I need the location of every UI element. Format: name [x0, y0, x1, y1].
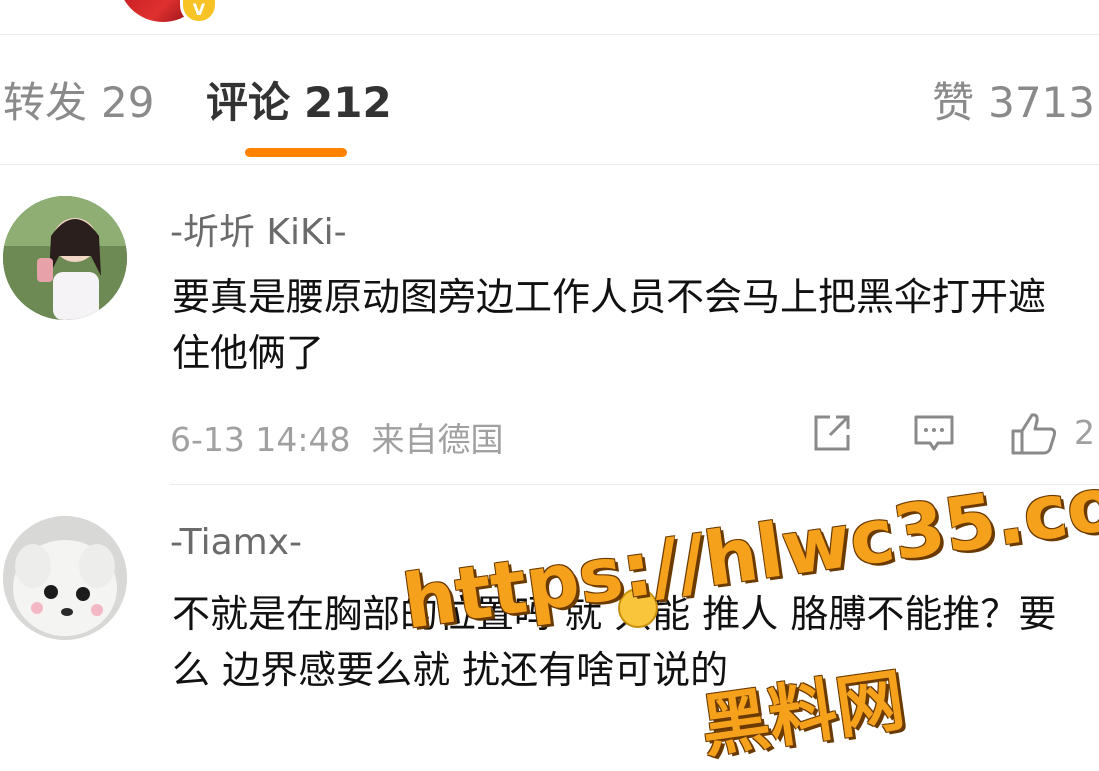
avatar-image [3, 196, 127, 320]
comment-username[interactable]: -Tiamx- [170, 522, 302, 563]
tab-comments-count: 212 [304, 78, 392, 127]
tab-comments-label: 评论 [206, 78, 291, 127]
tab-repost-count: 29 [101, 78, 155, 127]
avatar[interactable] [3, 516, 127, 640]
avatar[interactable] [3, 196, 127, 320]
tab-repost-label: 转发 [3, 78, 88, 127]
comment-timestamp: 6-13 14:48 来自德国 [170, 413, 503, 461]
comment-item: -圻圻 KiKi- 要真是腰原动图旁边工作人员不会马上把黑伞打开遮住他俩了 6-… [0, 165, 1099, 485]
divider [170, 484, 1099, 485]
tab-bar: 转发 29 评论 212 赞 3713 [0, 35, 1099, 165]
like-icon[interactable] [1010, 411, 1057, 455]
like-count: 2 [1074, 413, 1095, 452]
comment-meta: 6-13 14:48 来自德国 2 [170, 411, 1099, 459]
share-icon[interactable] [810, 411, 854, 455]
tab-repost[interactable]: 转发 29 [3, 79, 154, 127]
comment-time: 6-13 14:48 [170, 420, 351, 459]
verified-badge-icon: V [180, 0, 218, 24]
tab-likes[interactable]: 赞 3713 [932, 79, 1095, 127]
emoji-icon [618, 588, 658, 628]
tab-likes-label: 赞 [932, 78, 975, 127]
reply-icon[interactable] [912, 411, 956, 455]
comment-item: -Tiamx- 不就是在胸部的位置吗 就 只能 推人 胳膊不能推？要么 边界感要… [0, 486, 1099, 758]
tab-comments[interactable]: 评论 212 [206, 79, 392, 127]
tab-likes-count: 3713 [988, 78, 1095, 127]
avatar-image [3, 516, 127, 640]
comment-text: 要真是腰原动图旁边工作人员不会马上把黑伞打开遮住他俩了 [172, 275, 1047, 375]
active-tab-indicator [245, 148, 347, 157]
comment-source: 来自德国 [371, 420, 504, 459]
comment-username[interactable]: -圻圻 KiKi- [170, 203, 347, 255]
